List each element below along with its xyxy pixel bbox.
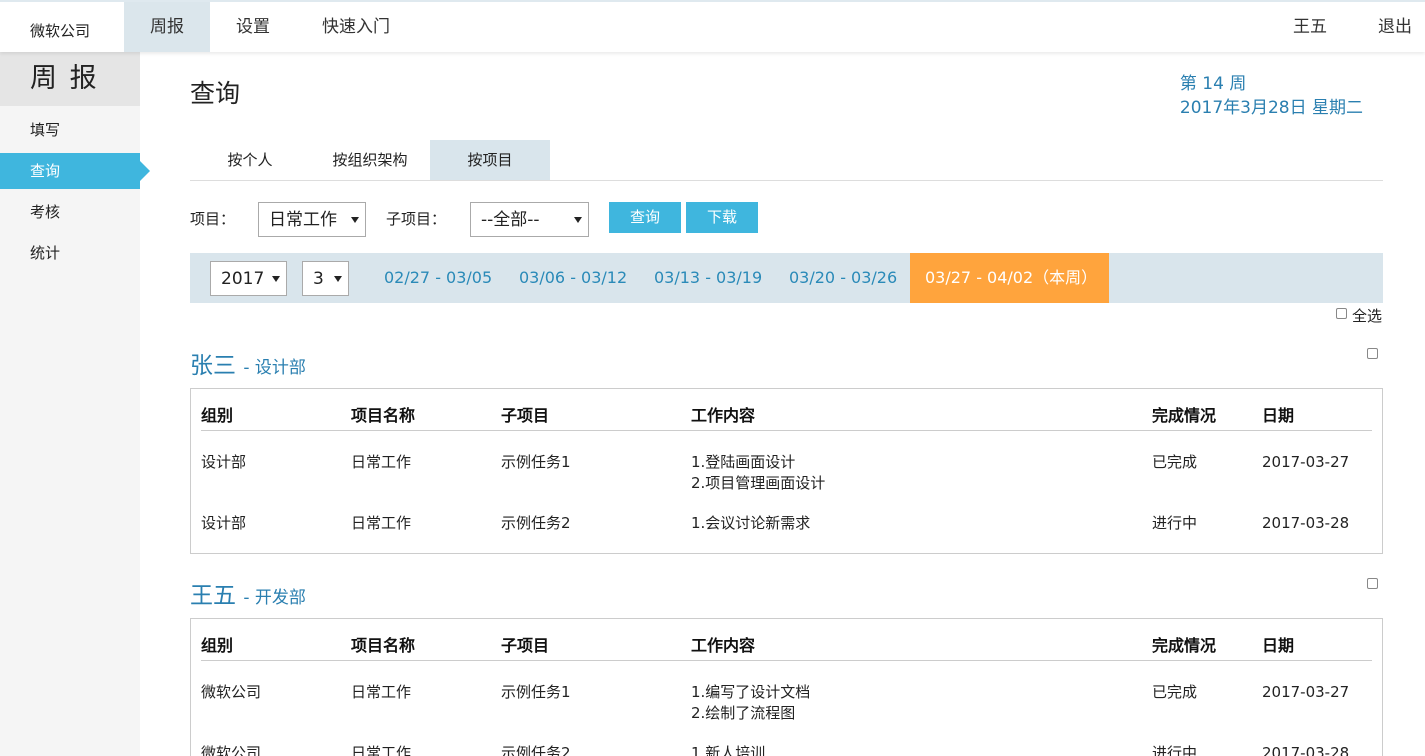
column-header: 子项目 [501, 406, 550, 425]
cell-content: 2.项目管理画面设计 [691, 474, 826, 492]
column-header: 日期 [1262, 636, 1295, 655]
header-divider [201, 660, 1372, 661]
subproject-select[interactable]: --全部-- [470, 202, 589, 237]
query-button[interactable]: 查询 [609, 202, 681, 233]
person-dept: - 开发部 [243, 588, 306, 608]
person-heading: 王五 - 开发部 [190, 576, 306, 610]
page-title: 查询 [190, 79, 241, 108]
person-name: 王五 [190, 583, 236, 609]
current-week-info: 第 14 周 2017年3月28日 星期二 [1180, 72, 1363, 120]
person-dept: - 设计部 [243, 358, 306, 378]
sidebar-title: 周 报 [0, 52, 140, 106]
week-link[interactable]: 03/13 - 03/19 [654, 253, 762, 303]
column-header: 组别 [201, 636, 234, 655]
top-nav-bar: 微软公司 周报 设置 快速入门 王五 退出 [0, 0, 1425, 52]
cell-project: 日常工作 [351, 514, 412, 532]
cell-status: 进行中 [1152, 514, 1198, 532]
tab-by-person[interactable]: 按个人 [190, 140, 310, 180]
chevron-down-icon [272, 275, 280, 282]
cell-content: 1.新人培训 [691, 744, 766, 756]
project-select-value: 日常工作 [269, 210, 337, 230]
week-number: 第 14 周 [1179, 74, 1247, 94]
query-tabs: 按个人 按组织架构 按项目 [190, 140, 1383, 181]
column-header: 项目名称 [351, 406, 416, 425]
project-label: 项目： [190, 210, 236, 228]
week-link-current[interactable]: 03/27 - 04/02（本周） [910, 253, 1109, 303]
week-range-bar: 2017 3 02/27 - 03/05 03/06 - 03/12 03/13… [190, 253, 1383, 303]
month-select-value: 3 [313, 269, 324, 289]
cell-group: 设计部 [201, 453, 247, 471]
cell-date: 2017-03-27 [1262, 683, 1350, 701]
group-checkbox[interactable] [1367, 348, 1378, 359]
cell-subproject: 示例任务1 [501, 453, 571, 471]
cell-subproject: 示例任务2 [501, 744, 571, 756]
nav-quick-start[interactable]: 快速入门 [306, 2, 406, 52]
cell-project: 日常工作 [351, 744, 412, 756]
tab-by-organization[interactable]: 按组织架构 [310, 140, 430, 180]
report-table: 组别 项目名称 子项目 工作内容 完成情况 日期 微软公司 日常工作 示例任务1… [190, 618, 1383, 756]
cell-group: 微软公司 [201, 683, 262, 701]
cell-subproject: 示例任务1 [501, 683, 571, 701]
sidebar-item-statistics[interactable]: 统计 [0, 235, 140, 271]
sidebar-item-review[interactable]: 考核 [0, 194, 140, 230]
logout-link[interactable]: 退出 [1378, 2, 1412, 52]
subproject-select-value: --全部-- [481, 210, 540, 230]
nav-settings[interactable]: 设置 [210, 2, 296, 52]
week-link[interactable]: 03/20 - 03/26 [789, 253, 897, 303]
select-all-label: 全选 [1352, 307, 1383, 325]
user-name-link[interactable]: 王五 [1293, 2, 1327, 52]
nav-weekly-report[interactable]: 周报 [124, 2, 210, 52]
company-brand: 微软公司 [30, 22, 91, 40]
cell-status: 已完成 [1152, 453, 1198, 471]
column-header: 完成情况 [1152, 406, 1217, 425]
person-heading: 张三 - 设计部 [190, 346, 306, 380]
chevron-down-icon [351, 216, 359, 223]
sidebar-item-query[interactable]: 查询 [0, 153, 150, 189]
column-header: 子项目 [501, 636, 550, 655]
year-select[interactable]: 2017 [210, 261, 287, 296]
person-name: 张三 [190, 353, 236, 379]
select-all-checkbox[interactable] [1336, 308, 1347, 319]
cell-status: 已完成 [1152, 683, 1198, 701]
cell-group: 设计部 [201, 514, 247, 532]
chevron-down-icon [334, 275, 342, 282]
year-select-value: 2017 [221, 269, 265, 289]
group-checkbox[interactable] [1367, 578, 1378, 589]
download-button[interactable]: 下载 [686, 202, 758, 233]
sidebar-item-fill[interactable]: 填写 [0, 112, 140, 148]
current-date: 2017年3月28日 星期二 [1179, 98, 1363, 118]
cell-content: 1.登陆画面设计 [691, 453, 796, 471]
subproject-label: 子项目： [386, 210, 447, 228]
table-row: 微软公司 日常工作 示例任务2 1.新人培训 进行中 2017-03-28 [191, 743, 1382, 756]
cell-content: 2.绘制了流程图 [691, 704, 796, 722]
column-header: 完成情况 [1152, 636, 1217, 655]
header-divider [201, 430, 1372, 431]
sidebar: 周 报 填写 查询 考核 统计 [0, 52, 150, 756]
cell-date: 2017-03-28 [1262, 514, 1350, 532]
cell-content: 1.编写了设计文档 [691, 683, 811, 701]
cell-date: 2017-03-27 [1262, 453, 1350, 471]
column-header: 工作内容 [691, 636, 756, 655]
week-link[interactable]: 03/06 - 03/12 [519, 253, 627, 303]
column-header: 日期 [1262, 406, 1295, 425]
cell-date: 2017-03-28 [1262, 744, 1350, 756]
table-row: 设计部 日常工作 示例任务1 1.登陆画面设计 2.项目管理画面设计 已完成 2… [191, 452, 1382, 494]
column-header: 项目名称 [351, 636, 416, 655]
table-row: 微软公司 日常工作 示例任务1 1.编写了设计文档 2.绘制了流程图 已完成 2… [191, 682, 1382, 724]
report-table: 组别 项目名称 子项目 工作内容 完成情况 日期 设计部 日常工作 示例任务1 … [190, 388, 1383, 554]
cell-project: 日常工作 [351, 453, 412, 471]
table-row: 设计部 日常工作 示例任务2 1.会议讨论新需求 进行中 2017-03-28 [191, 513, 1382, 534]
week-link[interactable]: 02/27 - 03/05 [384, 253, 492, 303]
project-select[interactable]: 日常工作 [258, 202, 366, 237]
cell-status: 进行中 [1152, 744, 1198, 756]
cell-project: 日常工作 [351, 683, 412, 701]
column-header: 工作内容 [691, 406, 756, 425]
chevron-down-icon [574, 216, 582, 223]
column-header: 组别 [201, 406, 234, 425]
month-select[interactable]: 3 [302, 261, 349, 296]
cell-content: 1.会议讨论新需求 [691, 514, 811, 532]
tab-by-project[interactable]: 按项目 [430, 140, 550, 180]
cell-group: 微软公司 [201, 744, 262, 756]
cell-subproject: 示例任务2 [501, 514, 571, 532]
